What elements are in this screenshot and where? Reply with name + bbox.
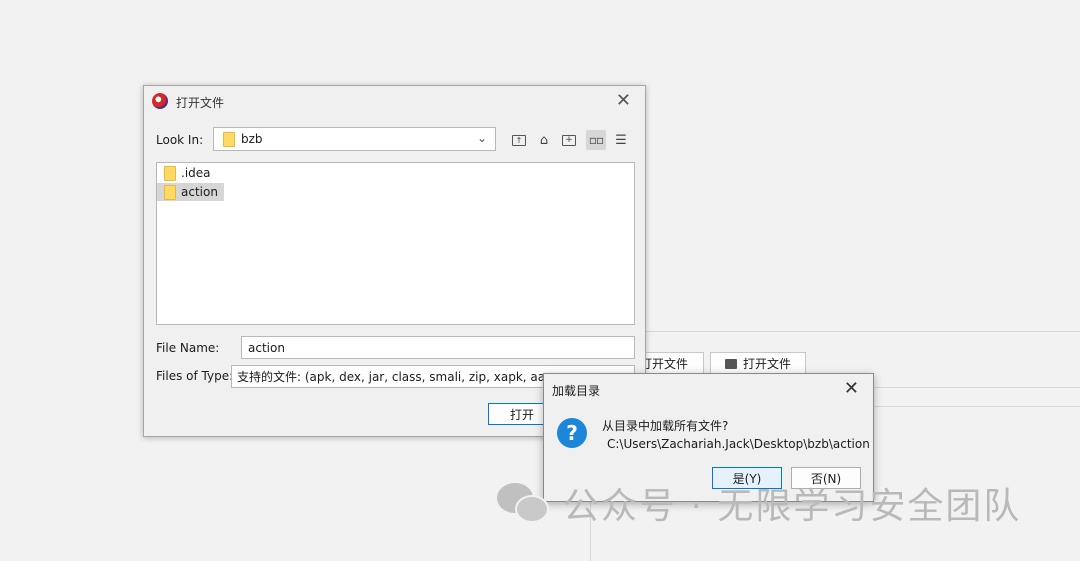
open-dialog-title: 打开文件: [176, 96, 225, 110]
look-in-select[interactable]: bzb ⌄: [213, 127, 496, 151]
file-name: action: [181, 185, 218, 199]
list-view-icon[interactable]: ▫▫: [586, 130, 606, 150]
watermark-text: 公众号 · 无限学习安全团队: [563, 486, 1022, 527]
chevron-down-icon: ⌄: [476, 131, 487, 145]
app-logo-icon: [152, 93, 168, 109]
look-in-label: Look In:: [156, 133, 204, 147]
home-icon[interactable]: ⌂: [534, 130, 554, 150]
files-of-type-label: Files of Type:: [156, 369, 234, 383]
background-panel-divider: [643, 331, 1080, 332]
new-folder-icon[interactable]: +: [559, 130, 579, 150]
file-name: .idea: [181, 166, 211, 180]
background-open-file-button-partial[interactable]: 打开文件: [636, 352, 704, 375]
files-of-type-value: 支持的文件: (apk, dex, jar, class, smali, zip…: [237, 370, 566, 384]
details-view-icon[interactable]: ☰: [611, 130, 631, 150]
file-name-label: File Name:: [156, 341, 220, 355]
up-folder-icon[interactable]: ↑: [509, 130, 529, 150]
list-item[interactable]: .idea: [157, 164, 217, 182]
file-name-input[interactable]: action: [241, 336, 635, 359]
folder-icon: [164, 184, 176, 200]
confirm-message: 从目录中加载所有文件?: [602, 419, 729, 433]
background-open-file-label: 打开文件: [742, 357, 791, 371]
close-icon[interactable]: ✕: [844, 378, 859, 399]
folder-icon: [164, 165, 176, 181]
background-open-file-button[interactable]: 打开文件: [710, 352, 806, 375]
file-name-value: action: [248, 340, 285, 355]
background-open-file-label-partial: 打开文件: [640, 357, 689, 371]
folder-open-icon: [724, 358, 737, 369]
folder-icon: [223, 131, 235, 147]
list-item[interactable]: action: [157, 183, 224, 201]
file-list[interactable]: .idea action: [156, 162, 635, 325]
question-icon: ?: [557, 418, 587, 448]
confirm-dialog-title: 加载目录: [552, 384, 601, 398]
look-in-value: bzb: [241, 132, 263, 146]
close-icon[interactable]: ✕: [616, 90, 631, 111]
wechat-icon: [497, 481, 551, 525]
watermark: 公众号 · 无限学习安全团队: [497, 478, 1021, 528]
confirm-path: C:\Users\Zachariah.Jack\Desktop\bzb\acti…: [607, 437, 870, 451]
open-button-label: 打开: [509, 407, 534, 422]
